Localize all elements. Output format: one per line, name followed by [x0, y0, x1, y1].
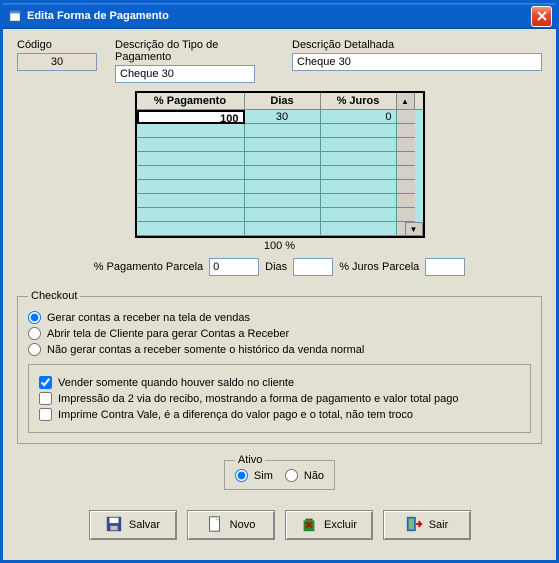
pct-parcela-input[interactable]	[209, 258, 259, 276]
scroll-down-icon[interactable]: ▼	[405, 222, 423, 236]
check-2via-label: Impressão da 2 via do recibo, mostrando …	[58, 393, 459, 405]
radio-gerar[interactable]	[28, 311, 41, 324]
radio-nao-gerar-label: Não gerar contas a receber somente o his…	[47, 344, 364, 356]
ativo-legend: Ativo	[235, 454, 265, 466]
salvar-button[interactable]: Salvar	[89, 510, 177, 540]
descr-det-label: Descrição Detalhada	[292, 39, 542, 51]
grid-row[interactable]: 100 30 0	[137, 110, 423, 124]
app-icon	[7, 8, 23, 24]
novo-button[interactable]: Novo	[187, 510, 275, 540]
radio-nao-label: Não	[304, 470, 324, 482]
exit-icon	[405, 515, 423, 536]
radio-sim-label: Sim	[254, 470, 273, 482]
codigo-label: Código	[17, 39, 97, 51]
check-saldo-label: Vender somente quando houver saldo no cl…	[58, 377, 294, 389]
grid-header: % Pagamento Dias % Juros ▲	[137, 93, 423, 110]
col-juros: % Juros	[321, 93, 397, 109]
grid-total: 100 %	[135, 240, 425, 252]
col-dias: Dias	[245, 93, 321, 109]
grid-row[interactable]	[137, 180, 423, 194]
cell-pct[interactable]: 100	[137, 110, 245, 124]
sair-button[interactable]: Sair	[383, 510, 471, 540]
descr-tipo-label: Descrição do Tipo de Pagamento	[115, 39, 274, 63]
ativo-group: Ativo Sim Não	[224, 454, 335, 490]
descr-tipo-input[interactable]	[115, 65, 255, 83]
codigo-input	[17, 53, 97, 71]
descr-det-input[interactable]	[292, 53, 542, 71]
check-saldo[interactable]	[39, 376, 52, 389]
checkout-legend: Checkout	[28, 290, 80, 302]
cell-juros[interactable]: 0	[321, 110, 397, 124]
sair-label: Sair	[429, 519, 449, 531]
payment-grid[interactable]: % Pagamento Dias % Juros ▲ 100 30 0	[135, 91, 425, 238]
grid-row[interactable]	[137, 152, 423, 166]
window: Edita Forma de Pagamento Código Descriçã…	[0, 0, 559, 563]
grid-row[interactable]	[137, 166, 423, 180]
window-title: Edita Forma de Pagamento	[27, 10, 531, 22]
radio-nao[interactable]	[285, 469, 298, 482]
close-button[interactable]	[531, 6, 552, 27]
radio-sim[interactable]	[235, 469, 248, 482]
save-icon	[105, 515, 123, 536]
new-icon	[206, 515, 224, 536]
titlebar: Edita Forma de Pagamento	[3, 3, 556, 29]
check-2via[interactable]	[39, 392, 52, 405]
grid-row[interactable]	[137, 194, 423, 208]
checkout-group: Checkout Gerar contas a receber na tela …	[17, 290, 542, 444]
excluir-button[interactable]: Excluir	[285, 510, 373, 540]
juros-parcela-input[interactable]	[425, 258, 465, 276]
radio-nao-gerar[interactable]	[28, 343, 41, 356]
salvar-label: Salvar	[129, 519, 160, 531]
col-pct: % Pagamento	[137, 93, 245, 109]
scroll-up-icon[interactable]: ▲	[397, 93, 415, 109]
excluir-label: Excluir	[324, 519, 357, 531]
grid-row[interactable]	[137, 124, 423, 138]
grid-row[interactable]	[137, 208, 423, 222]
cell-dias[interactable]: 30	[245, 110, 321, 124]
delete-icon	[300, 515, 318, 536]
pct-parcela-label: % Pagamento Parcela	[94, 261, 203, 273]
radio-abrir-label: Abrir tela de Cliente para gerar Contas …	[47, 328, 289, 340]
grid-row[interactable]	[137, 222, 423, 236]
check-contravale-label: Imprime Contra Vale, é a diferença do va…	[58, 409, 413, 421]
dias-parcela-label: Dias	[265, 261, 287, 273]
checkout-options: Vender somente quando houver saldo no cl…	[28, 364, 531, 433]
content: Código Descrição do Tipo de Pagamento De…	[3, 29, 556, 550]
radio-abrir[interactable]	[28, 327, 41, 340]
juros-parcela-label: % Juros Parcela	[339, 261, 419, 273]
novo-label: Novo	[230, 519, 256, 531]
radio-gerar-label: Gerar contas a receber na tela de vendas	[47, 312, 250, 324]
dias-parcela-input[interactable]	[293, 258, 333, 276]
check-contravale[interactable]	[39, 408, 52, 421]
grid-row[interactable]	[137, 138, 423, 152]
